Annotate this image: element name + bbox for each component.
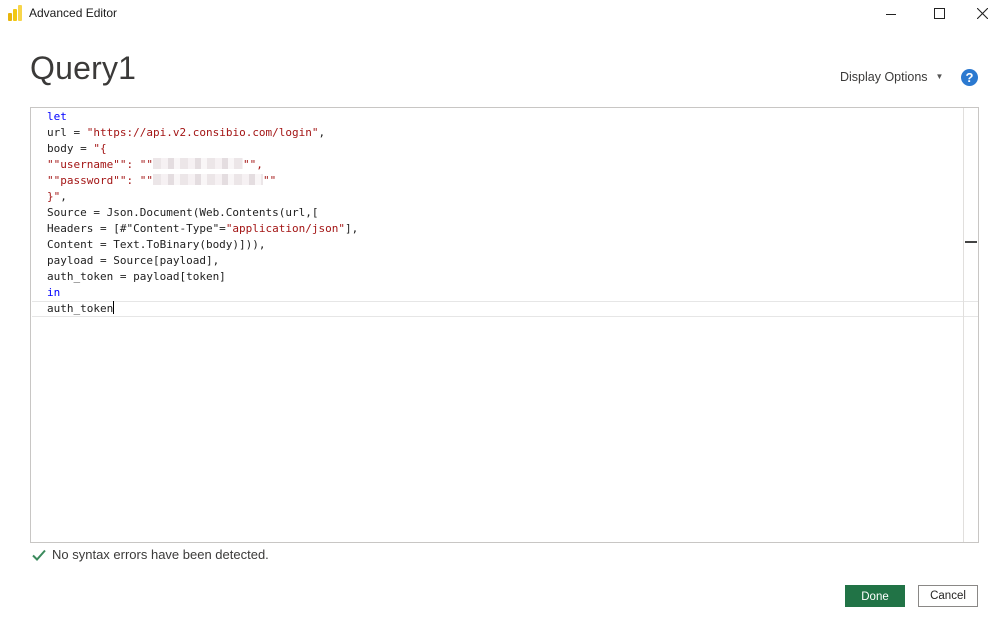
minimize-icon bbox=[886, 14, 896, 15]
code-line: body = "{ bbox=[47, 141, 358, 157]
code-token: url = bbox=[47, 126, 87, 139]
display-options-label: Display Options bbox=[840, 70, 928, 84]
code-token: , bbox=[60, 190, 67, 203]
status-text: No syntax errors have been detected. bbox=[52, 547, 269, 562]
window-title: Advanced Editor bbox=[29, 6, 118, 20]
minimize-button[interactable] bbox=[868, 0, 914, 28]
checkmark-icon bbox=[32, 549, 46, 561]
code-line: Source = Json.Document(Web.Contents(url,… bbox=[47, 205, 358, 221]
code-line: url = "https://api.v2.consibio.com/login… bbox=[47, 125, 358, 141]
caret-down-icon: ▼ bbox=[935, 72, 944, 81]
code-token: body = bbox=[47, 142, 94, 155]
redacted-username bbox=[152, 158, 243, 169]
help-icon[interactable]: ? bbox=[961, 69, 978, 86]
close-button[interactable] bbox=[959, 0, 1005, 28]
scroll-position-marker bbox=[965, 241, 977, 243]
string-token: ""username"": "" bbox=[47, 158, 153, 171]
string-token: "https://api.v2.consibio.com/login" bbox=[86, 126, 319, 139]
vertical-scrollbar[interactable] bbox=[963, 108, 978, 542]
string-token: ""password"": "" bbox=[47, 174, 153, 187]
display-options-dropdown[interactable]: Display Options ▼ bbox=[840, 70, 943, 84]
code-line: payload = Source[payload], bbox=[47, 253, 358, 269]
maximize-button[interactable] bbox=[916, 0, 962, 28]
keyword-token: let bbox=[47, 110, 67, 123]
code-line: auth_token bbox=[47, 301, 358, 317]
maximize-icon bbox=[934, 8, 945, 19]
string-token: "application/json" bbox=[225, 222, 346, 235]
code-line: Content = Text.ToBinary(body)])), bbox=[47, 237, 358, 253]
code-token: Content = Text.ToBinary(body)])), bbox=[47, 238, 266, 251]
string-token: "" bbox=[262, 174, 277, 187]
code-text[interactable]: let url = "https://api.v2.consibio.com/lo… bbox=[47, 109, 358, 317]
code-line: }", bbox=[47, 189, 358, 205]
code-line: ""password"": "" "" bbox=[47, 173, 358, 189]
string-token: "{ bbox=[93, 142, 107, 155]
keyword-token: in bbox=[47, 286, 61, 299]
power-bi-icon bbox=[7, 5, 24, 21]
code-token: Source = Json.Document(Web.Contents(url,… bbox=[47, 206, 319, 219]
code-line: Headers = [#"Content-Type"="application/… bbox=[47, 221, 358, 237]
redacted-password bbox=[152, 174, 263, 185]
code-token: payload = Source[payload], bbox=[47, 254, 220, 267]
code-line: auth_token = payload[token] bbox=[47, 269, 358, 285]
code-token: ], bbox=[345, 222, 359, 235]
code-token: , bbox=[318, 126, 326, 139]
code-token: auth_token = payload[token] bbox=[47, 270, 226, 283]
close-icon bbox=[977, 8, 988, 19]
string-token: "", bbox=[242, 158, 263, 171]
string-token: }" bbox=[47, 190, 61, 203]
query-title: Query1 bbox=[30, 50, 137, 86]
code-token: auth_token bbox=[47, 302, 114, 315]
code-line: let bbox=[47, 109, 358, 125]
code-line: ""username"": "" "", bbox=[47, 157, 358, 173]
text-cursor bbox=[113, 301, 115, 314]
title-bar: Advanced Editor bbox=[0, 0, 1005, 28]
code-token: Headers = [#"Content-Type"= bbox=[47, 222, 226, 235]
syntax-status: No syntax errors have been detected. bbox=[32, 547, 269, 562]
code-line: in bbox=[47, 285, 358, 301]
done-button[interactable]: Done bbox=[845, 585, 905, 607]
code-editor[interactable]: let url = "https://api.v2.consibio.com/lo… bbox=[30, 107, 979, 543]
cancel-button[interactable]: Cancel bbox=[918, 585, 978, 607]
